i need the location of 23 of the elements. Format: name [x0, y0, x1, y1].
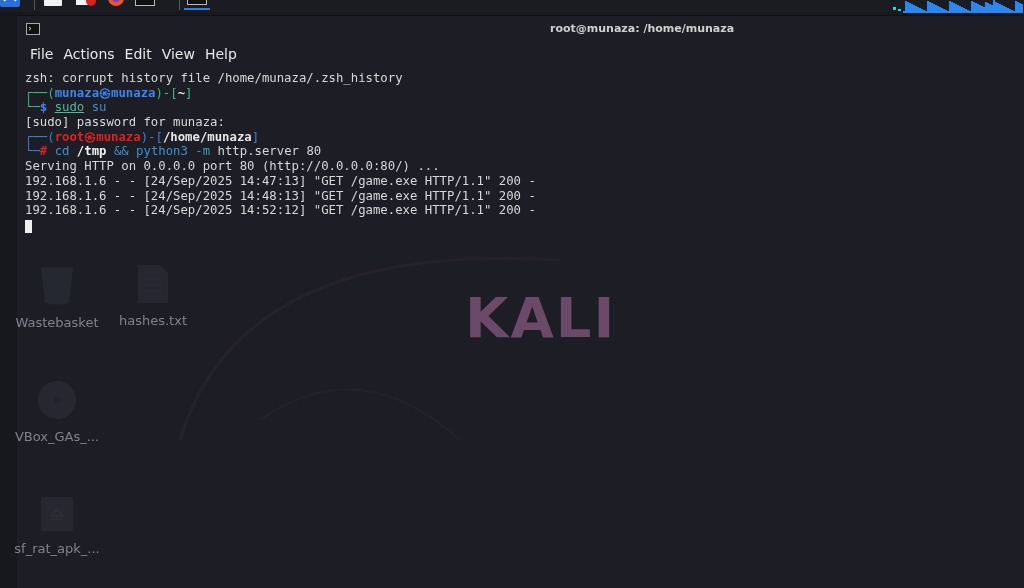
desktop-icon-label[interactable]: Wastebasket [15, 315, 99, 330]
output-line: 192.168.1.6 - - [24/Sep/2025 14:48:13] "GET /game.exe HTTP/1.1" 200 - [25, 188, 537, 204]
desktop-icon-label[interactable]: VBox_GAs_... [14, 429, 100, 444]
output-line: 192.168.1.6 - - [24/Sep/2025 14:47:13] "GET /game.exe HTTP/1.1" 200 - [25, 173, 537, 189]
command-line: └─$ sudo su [25, 100, 108, 116]
menu-item[interactable]: Help [200, 45, 243, 62]
prompt-line: ┌──(munaza㉿munaza)-[~] [25, 85, 194, 100]
menu-item[interactable]: File [26, 45, 60, 62]
output-line: zsh: corrupt history file /home/munaza/.zsh_history [25, 71, 404, 86]
menu-item[interactable]: View [157, 45, 201, 62]
terminal-icon [26, 22, 40, 35]
output-line: 192.168.1.6 - - [24/Sep/2025 14:52:12] "GET /game.exe HTTP/1.1" 200 - [25, 203, 537, 218]
menu-item[interactable]: Edit [120, 45, 158, 62]
output-line: [sudo] password for munaza: [25, 115, 226, 130]
wallpaper-logo-text: KALI [465, 285, 617, 350]
output-line: Serving HTTP on 0.0.0.0 port 80 (http://0.0.0.0:80/) ... [25, 159, 441, 174]
window-title: root@munaza: /home/munaza [550, 22, 735, 35]
desktop-icon-label[interactable]: sf_rat_apk_... [14, 541, 100, 556]
text-cursor [25, 219, 32, 233]
menu-item[interactable]: Actions [59, 45, 121, 62]
prompt-line: ┌──(root㉿munaza)-[/home/munaza] [25, 129, 261, 144]
desktop-icon-label[interactable]: hashes.txt [119, 313, 187, 328]
command-line: └─# cd /tmp && python3 -m http.server 80 [25, 144, 323, 160]
